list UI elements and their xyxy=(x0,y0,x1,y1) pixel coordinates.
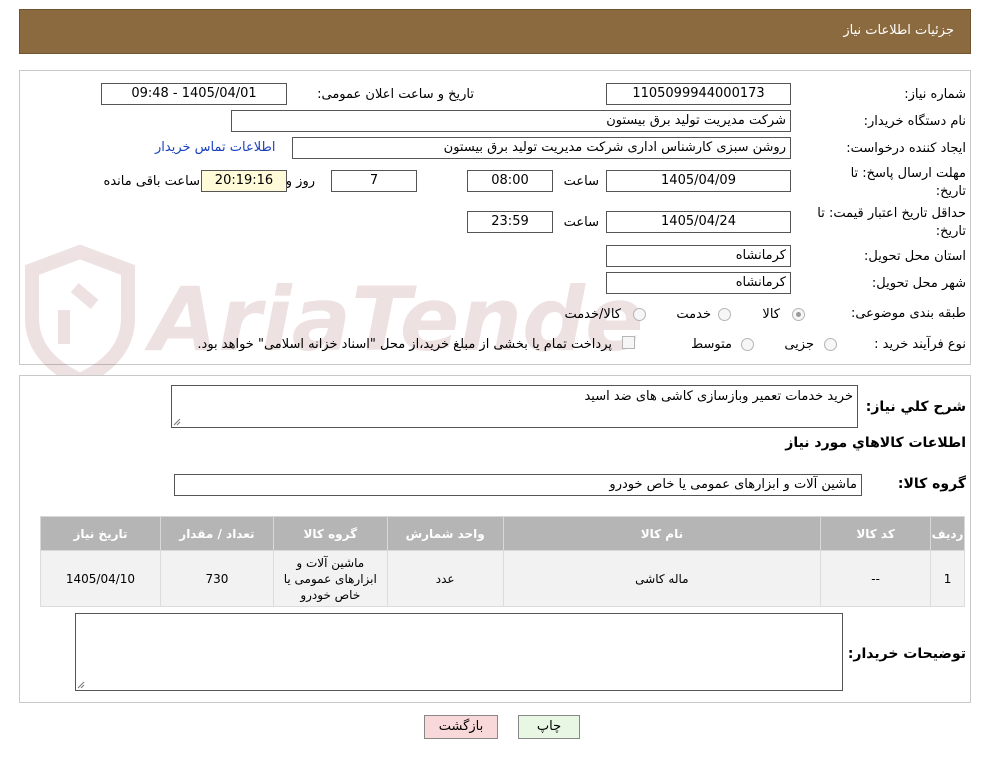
buyer-org-field: شرکت مدیریت تولید برق بیستون xyxy=(231,110,791,132)
page-header: جزئیات اطلاعات نیاز xyxy=(19,9,971,54)
province-field: کرمانشاه xyxy=(606,245,791,267)
requester-field: روشن سبزی کارشناس اداری شرکت مدیریت تولی… xyxy=(292,137,791,159)
buyer-org-label: نام دستگاه خریدار: xyxy=(863,114,966,129)
table-row: 1 -- ماله کاشی عدد ماشین آلات و ابزارهای… xyxy=(40,550,965,607)
requester-label: ایجاد کننده درخواست: xyxy=(846,141,966,156)
treasury-payment-note: پرداخت تمام یا بخشی از مبلغ خرید،از محل … xyxy=(197,337,612,352)
back-button[interactable]: بازگشت xyxy=(424,715,498,739)
cell-code: -- xyxy=(820,550,932,607)
city-field: کرمانشاه xyxy=(606,272,791,294)
treasury-payment-checkbox[interactable] xyxy=(622,336,635,349)
cell-name: ماله کاشی xyxy=(502,550,822,607)
category-label: طبقه بندی موضوعی: xyxy=(850,306,966,321)
goods-table-header-row: ردیف کد کالا نام کالا واحد شمارش گروه کا… xyxy=(40,516,965,551)
process-medium-label: متوسط xyxy=(691,337,732,352)
summary-label: شرح کلي نياز: xyxy=(865,399,966,415)
deadline-label: مهلت ارسال پاسخ: تا xyxy=(850,166,966,181)
process-minor-label: جزیی xyxy=(784,337,814,352)
col-qty-header: تعداد / مقدار xyxy=(159,516,274,551)
buyer-notes-label: توضیحات خریدار: xyxy=(847,646,966,662)
print-button[interactable]: چاپ xyxy=(518,715,580,739)
goods-group-field: ماشین آلات و ابزارهای عمومی یا خاص خودرو xyxy=(174,474,862,496)
process-type-label: نوع فرآیند خرید : xyxy=(874,337,966,352)
resize-grip-icon[interactable] xyxy=(77,681,85,689)
category-goods-service-radio[interactable] xyxy=(633,308,646,321)
need-number-field: 1105099944000173 xyxy=(606,83,791,105)
deadline-time-label: ساعت xyxy=(563,174,599,189)
deadline-label-date: تاریخ: xyxy=(935,184,966,199)
announce-label: تاریخ و ساعت اعلان عمومی: xyxy=(317,87,474,102)
category-goods-radio[interactable] xyxy=(792,308,805,321)
cell-date: 1405/04/10 xyxy=(40,550,161,607)
days-label: روز و xyxy=(285,174,315,189)
category-service-radio[interactable] xyxy=(718,308,731,321)
cell-unit: عدد xyxy=(386,550,504,607)
col-unit-header: واحد شمارش xyxy=(386,516,504,551)
price-validity-label-date: تاریخ: xyxy=(935,224,966,239)
col-name-header: نام کالا xyxy=(502,516,822,551)
days-remaining-field: 7 xyxy=(331,170,417,192)
validity-time-field: 23:59 xyxy=(467,211,553,233)
validity-time-label: ساعت xyxy=(563,215,599,230)
goods-table: ردیف کد کالا نام کالا واحد شمارش گروه کا… xyxy=(40,516,965,607)
col-row-header: ردیف xyxy=(930,516,965,551)
category-goods-label: کالا xyxy=(762,307,780,322)
remaining-time-label: ساعت باقی مانده xyxy=(103,174,200,189)
col-code-header: کد کالا xyxy=(820,516,932,551)
announce-datetime-field: 1405/04/01 - 09:48 xyxy=(101,83,287,105)
cell-group: ماشین آلات و ابزارهای عمومی یا خاص خودرو xyxy=(272,550,388,607)
summary-textarea[interactable]: خرید خدمات تعمیر وبازسازی کاشی های ضد اس… xyxy=(171,385,858,428)
category-service-label: خدمت xyxy=(676,307,711,322)
resize-grip-icon[interactable] xyxy=(173,418,181,426)
buyer-notes-textarea[interactable] xyxy=(75,613,843,691)
goods-group-label: گروه کالا: xyxy=(897,476,966,492)
goods-info-title: اطلاعات کالاهاي مورد نياز xyxy=(785,435,966,451)
need-number-label: شماره نیاز: xyxy=(904,87,966,102)
deadline-time-field: 08:00 xyxy=(467,170,553,192)
category-goods-service-label: کالا/خدمت xyxy=(564,307,621,322)
cell-qty: 730 xyxy=(159,550,274,607)
process-minor-radio[interactable] xyxy=(824,338,837,351)
city-label: شهر محل تحویل: xyxy=(871,276,966,291)
col-group-header: گروه کالا xyxy=(272,516,388,551)
deadline-date-field: 1405/04/09 xyxy=(606,170,791,192)
buyer-contact-link[interactable]: اطلاعات تماس خریدار xyxy=(155,140,275,155)
province-label: استان محل تحویل: xyxy=(864,249,966,264)
remaining-time-field: 20:19:16 xyxy=(201,170,287,192)
validity-date-field: 1405/04/24 xyxy=(606,211,791,233)
process-medium-radio[interactable] xyxy=(741,338,754,351)
price-validity-label: حداقل تاریخ اعتبار قیمت: تا xyxy=(817,206,966,221)
page-title: جزئیات اطلاعات نیاز xyxy=(843,23,954,38)
col-date-header: تاریخ نیاز xyxy=(40,516,161,551)
cell-row: 1 xyxy=(930,550,965,607)
